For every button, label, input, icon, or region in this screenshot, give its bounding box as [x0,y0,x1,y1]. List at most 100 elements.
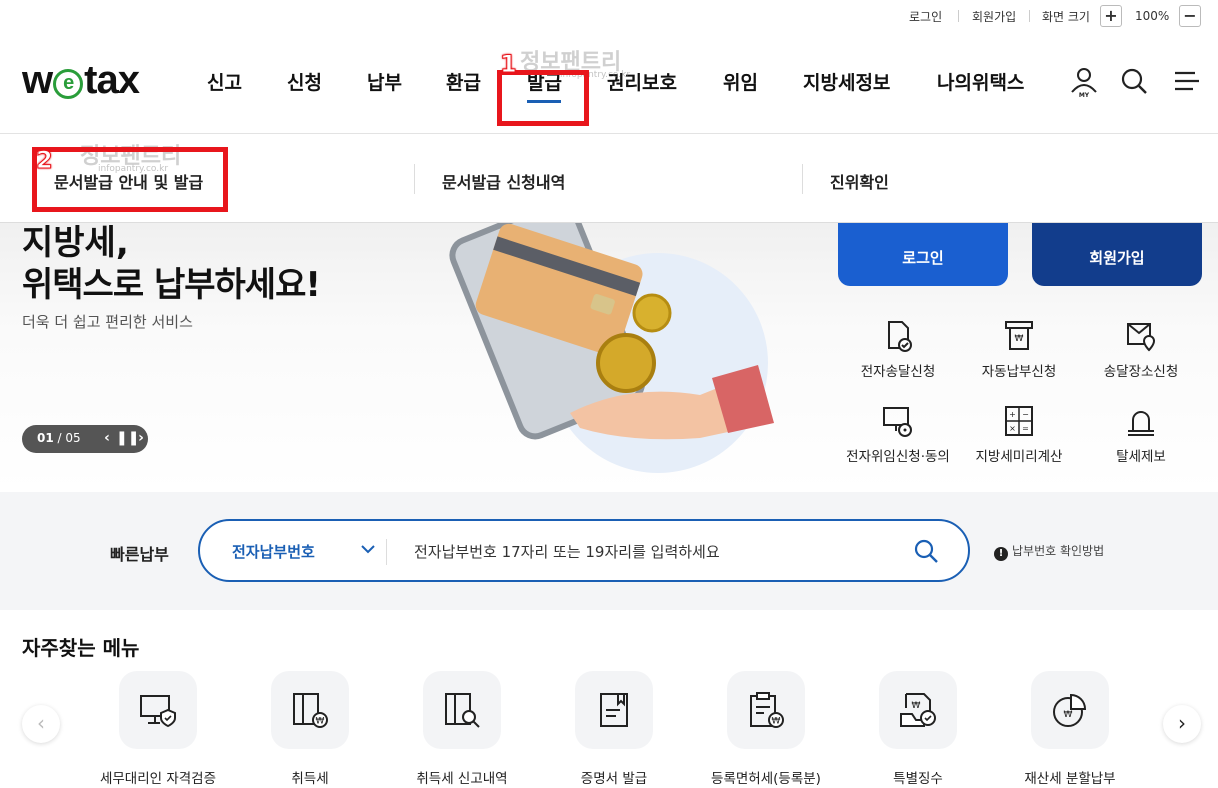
page: 로그인 회원가입 화면 크기 + 100% − w e tax 신고 신청 납부 환… [0,0,1218,788]
quick-service-label: 탈세제보 [1116,449,1166,465]
quick-service-label: 송달장소신청 [1103,364,1179,380]
divider [802,164,803,194]
divider [386,539,387,565]
zoom-in-button[interactable]: + [1100,5,1122,27]
svg-text:₩: ₩ [1064,710,1073,720]
hero-title-line2: 위택스로 납부하세요! [22,265,321,305]
join-button[interactable]: 회원가입 [1032,223,1202,286]
chevron-down-icon[interactable] [358,539,378,559]
search-icon[interactable] [1117,64,1151,98]
quick-service-label: 자동납부신청 [981,364,1057,380]
slide-next-icon[interactable]: › [134,430,148,448]
exclamation-icon: ! [994,547,1008,561]
svg-text:₩: ₩ [912,701,921,711]
auto-pay-icon: ₩ [1001,318,1037,354]
svg-text:₩: ₩ [1015,334,1024,344]
quick-service-label: 전자송달신청 [860,364,936,380]
favorite-label: 취득세 신고내역 [416,771,508,787]
annotation-box-step1 [497,70,589,126]
gnb-apply[interactable]: 신청 [287,68,322,95]
hamburger-menu-icon[interactable] [1169,64,1203,98]
document-check-icon [880,318,916,354]
favorite-label: 취득세 [291,771,329,787]
monitor-delegate-icon [880,403,916,439]
hero-subtitle: 더욱 더 쉽고 편리한 서비스 [22,313,193,331]
slider-control: 01 / 05 ‹ ❚❚ › [22,425,148,453]
gnb-my-wetax[interactable]: 나의위택스 [937,68,1024,95]
special-collection-icon: ₩ [879,671,957,749]
login-button[interactable]: 로그인 [838,223,1008,286]
submenu-doc-history[interactable]: 문서발급 신청내역 [442,169,565,193]
annotation-box-step2 [32,147,228,212]
favorite-item[interactable]: ₩ 재산세 분할납부 [995,671,1145,787]
logo-w: w [22,58,53,102]
zoom-label: 화면 크기 [1042,10,1090,24]
gnb-report[interactable]: 신고 [207,68,242,95]
svg-text:₩: ₩ [772,717,781,727]
help-link-label: 납부번호 확인방법 [1012,544,1105,558]
favorite-item[interactable]: 취득세 신고내역 [387,671,537,787]
gnb-delegate[interactable]: 위임 [723,68,758,95]
gnb-pay[interactable]: 납부 [367,68,402,95]
my-page-icon[interactable]: MY [1067,64,1101,99]
certificate-icon [575,671,653,749]
quick-pay-box: 전자납부번호 전자납부번호 17자리 또는 19자리를 입력하세요 [198,519,970,582]
favorite-item[interactable]: 세무대리인 자격검증 [83,671,233,787]
payment-number-input[interactable]: 전자납부번호 17자리 또는 19자리를 입력하세요 [414,541,720,562]
divider [414,164,415,194]
hero-illustration [449,223,774,473]
svg-text:×: × [1009,424,1016,433]
quick-service-delivery-place[interactable]: 송달장소신청 [1081,318,1201,380]
acquisition-tax-icon: ₩ [271,671,349,749]
payment-number-help-link[interactable]: ! 납부번호 확인방법 [994,542,1104,561]
my-label: MY [1079,92,1090,98]
divider [958,10,959,22]
quick-pay-section: 빠른납부 전자납부번호 전자납부번호 17자리 또는 19자리를 입력하세요 !… [0,492,1218,610]
quick-service-auto-pay[interactable]: ₩ 자동납부신청 [959,318,1079,380]
logo-e: e [53,69,84,99]
annotation-step1: 1 [500,50,518,79]
logo-tax: tax [84,58,140,102]
calculator-icon: + − × = [1001,403,1037,439]
favorites-next-icon[interactable]: › [1163,705,1201,743]
favorite-label: 재산세 분할납부 [1024,771,1116,787]
gnb-local-tax-info[interactable]: 지방세정보 [803,68,890,95]
quick-service-label: 지방세미리계산 [975,449,1063,465]
hero-banner: 지방세, 위택스로 납부하세요! 더욱 더 쉽고 편리한 서비스 01 / 05… [0,223,1218,492]
favorite-item[interactable]: ₩ 특별징수 [843,671,993,787]
favorites-title: 자주찾는 메뉴 [22,636,140,660]
favorites-prev-icon[interactable]: ‹ [22,705,60,743]
alarm-bell-icon [1123,403,1159,439]
svg-text:−: − [1022,410,1029,419]
pie-chart-icon: ₩ [1031,671,1109,749]
favorite-label: 증명서 발급 [580,771,648,787]
divider [1029,10,1030,22]
quick-service-tax-calc[interactable]: + − × = 지방세미리계산 [959,403,1079,465]
utility-bar: 로그인 회원가입 화면 크기 + 100% − [0,0,1218,34]
slide-pause-icon[interactable]: ❚❚ [116,430,139,448]
quick-service-label: 전자위임신청·동의 [846,449,950,465]
quick-service-e-delivery[interactable]: 전자송달신청 [838,318,958,380]
slide-counter: 01 / 05 [37,431,81,445]
payment-type-select[interactable]: 전자납부번호 [232,541,315,562]
favorite-item[interactable]: ₩ 등록면허세(등록분) [691,671,841,787]
zoom-value: 100% [1135,9,1170,23]
wetax-logo[interactable]: w e tax [22,58,140,103]
slide-total: / 05 [57,431,81,445]
favorite-label: 특별징수 [893,771,943,787]
svg-text:+: + [1009,410,1016,419]
util-join-link[interactable]: 회원가입 [972,8,1016,25]
quick-service-tax-report[interactable]: 탈세제보 [1081,403,1201,465]
gnb-refund[interactable]: 환급 [446,68,481,95]
clipboard-tax-icon: ₩ [727,671,805,749]
search-icon[interactable] [912,537,940,565]
util-login-link[interactable]: 로그인 [909,8,942,25]
favorite-item[interactable]: ₩ 취득세 [235,671,385,787]
monitor-shield-icon [119,671,197,749]
zoom-out-button[interactable]: − [1179,5,1201,27]
slide-prev-icon[interactable]: ‹ [100,430,114,448]
favorite-label: 등록면허세(등록분) [711,771,821,787]
quick-service-e-delegate[interactable]: 전자위임신청·동의 [838,403,958,465]
favorite-item[interactable]: 증명서 발급 [539,671,689,787]
submenu-authenticity[interactable]: 진위확인 [830,169,889,193]
